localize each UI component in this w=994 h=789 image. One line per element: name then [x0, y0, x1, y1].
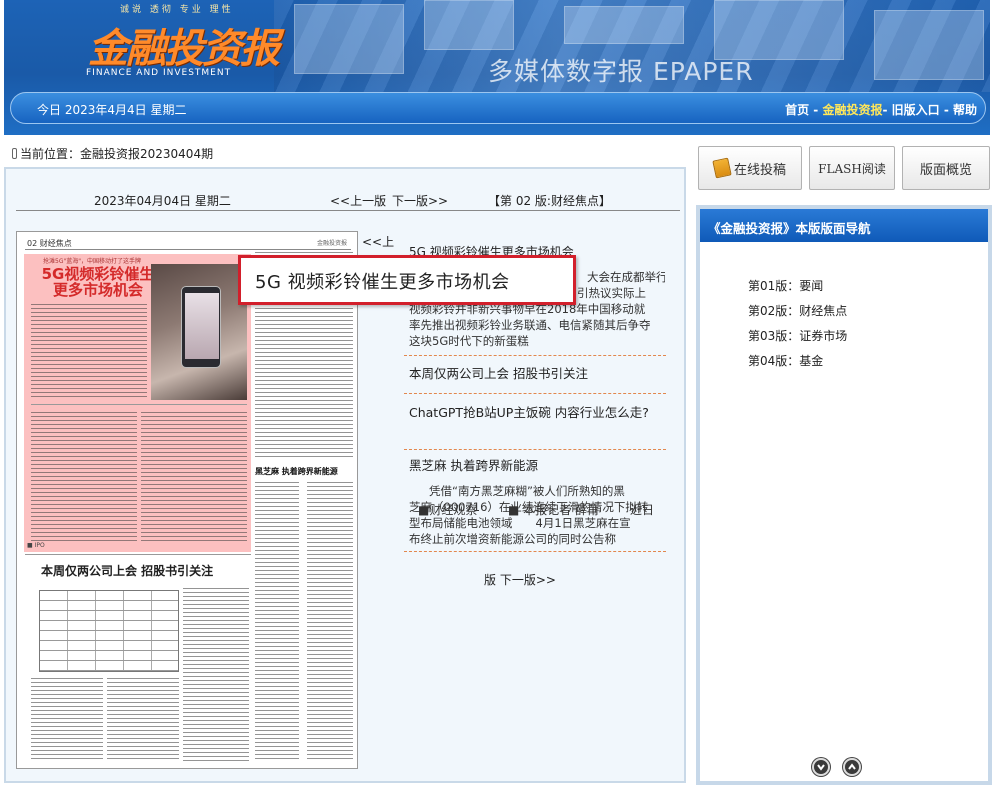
bottom-page-nav[interactable]: 版 下一版>>	[484, 571, 556, 588]
page-overview-button[interactable]: 版面概览	[902, 146, 990, 190]
phone-image	[181, 286, 221, 368]
divider	[404, 355, 666, 356]
mini-prev-link[interactable]: <<上	[362, 233, 394, 250]
summary-line: 芝麻（000716）在业绩连续下滑的情况下拟转	[409, 500, 649, 514]
tooltip-text: 5G 视频彩铃催生更多市场机会	[255, 272, 510, 293]
logo-slogan: 诚说 透彻 专业 理性	[120, 5, 234, 15]
breadcrumb-text: 当前位置：金融投资报20230404期	[20, 147, 214, 161]
nav-paper[interactable]: 金融投资报	[822, 103, 882, 117]
newspaper-page-image[interactable]: 02 财经焦点 金融投资报 抢滩5G"蓝海"，中国移动打了这手牌 5G视频彩铃催…	[16, 231, 358, 769]
thumb-text-block	[307, 482, 353, 762]
scroll-down-icon[interactable]	[812, 758, 830, 776]
flash-read-button[interactable]: FLASH阅读	[809, 146, 895, 190]
thumb-header: 02 财经焦点 金融投资报	[25, 238, 351, 250]
nav-separator: -	[939, 103, 953, 117]
main-panel: 2023年04月04日 星期二 <<上一版 下一版>> 【第 02 版:财经焦点…	[4, 167, 686, 783]
page-item-03[interactable]: 第03版：证券市场	[748, 327, 847, 352]
page-navigation-panel: 《金融投资报》本版版面导航 第01版：要闻 第02版：财经焦点 第03版：证券市…	[696, 205, 992, 785]
today-date: 今日 2023年4月4日 星期二	[37, 103, 187, 117]
submit-article-button[interactable]: 在线投稿	[698, 146, 802, 190]
breadcrumb: 当前位置：金融投资报20230404期	[12, 145, 213, 162]
article-title[interactable]: ChatGPT抢B站UP主饭碗 内容行业怎么走?	[409, 402, 649, 421]
nav-help[interactable]: 帮助	[953, 103, 977, 117]
header-banner: 诚说 透彻 专业 理性 金融投资报 FINANCE AND INVESTMENT…	[4, 0, 990, 135]
page-item-01[interactable]: 第01版：要闻	[748, 277, 847, 302]
article-title[interactable]: 黑芝麻 执着跨界新能源	[409, 455, 538, 474]
page-date: 2023年04月04日 星期二	[94, 194, 231, 208]
nav-separator: -	[882, 103, 892, 117]
article-title[interactable]: 本周仅两公司上会 招股书引关注	[409, 363, 588, 382]
thumb-text-block	[255, 482, 299, 762]
page-list: 第01版：要闻 第02版：财经焦点 第03版：证券市场 第04版：基金	[748, 277, 847, 377]
location-icon	[12, 148, 17, 159]
page-label: 【第 02 版:财经焦点】	[488, 194, 611, 208]
thumb-text-block	[183, 588, 249, 762]
thumb-text-block	[141, 412, 247, 542]
summary-line: 这块5G时代下的新蛋糕	[409, 334, 529, 348]
thumb-tag: ■ IPO	[27, 542, 45, 549]
summary-line: 布终止前次增资新能源公司的同时公告称	[409, 532, 616, 546]
thumb-section: 02 财经焦点	[27, 239, 72, 248]
logo-title: 金融投资报	[88, 25, 280, 72]
thumb-text-block	[31, 412, 137, 542]
thumb-sub-headline: 本周仅两公司上会 招股书引关注	[41, 564, 214, 578]
thumb-paper-name: 金融投资报	[316, 240, 347, 247]
logo[interactable]: 诚说 透彻 专业 理性 金融投资报 FINANCE AND INVESTMENT	[80, 2, 280, 82]
epaper-title: 多媒体数字报 EPAPER	[488, 57, 754, 86]
scroll-up-icon[interactable]	[843, 758, 861, 776]
summary-line: 凭借“南方黑芝麻糊”被人们所熟知的黑	[429, 484, 625, 498]
submit-icon	[712, 157, 732, 179]
thumb-rule	[31, 404, 247, 405]
page-item-02[interactable]: 第02版：财经焦点	[748, 302, 847, 327]
article-summary: 凭借“南方黑芝麻糊”被人们所熟知的黑 芝麻（000716）在业绩连续下滑的情况下…	[409, 483, 665, 547]
banner-bar: 今日 2023年4月4日 星期二 首页 - 金融投资报- 旧版入口 - 帮助	[10, 92, 986, 124]
submit-label: 在线投稿	[733, 162, 786, 178]
nav-separator: -	[809, 103, 823, 117]
thumb-photo	[151, 264, 247, 400]
divider	[404, 551, 666, 552]
summary-line: 率先推出视频彩铃业务联通、电信紧随其后争夺	[409, 318, 651, 332]
next-page-link[interactable]: 下一版>>	[392, 192, 448, 209]
logo-subtitle: FINANCE AND INVESTMENT	[86, 68, 232, 78]
thumb-text-block	[31, 678, 103, 762]
divider	[404, 449, 666, 450]
thumb-rule	[25, 554, 251, 555]
thumb-pre-headline: 抢滩5G"蓝海"，中国移动打了这手牌	[43, 258, 141, 265]
nav-home[interactable]: 首页	[785, 103, 809, 117]
thumb-text-block	[31, 304, 147, 400]
side-panel-title: 《金融投资报》本版版面导航	[708, 221, 871, 236]
thumb-table	[39, 590, 179, 672]
top-nav: 首页 - 金融投资报- 旧版入口 - 帮助	[785, 101, 977, 118]
thumb-headline: 5G视频彩铃催生更多市场机会	[41, 265, 155, 299]
summary-line: 型布局储能电池领域 4月1日黑芝麻在宣	[409, 516, 631, 530]
side-panel-header: 《金融投资报》本版版面导航	[700, 209, 988, 242]
page-item-04[interactable]: 第04版：基金	[748, 352, 847, 377]
thumb-black-headline: 黑芝麻 执着跨界新能源	[255, 467, 338, 476]
nav-old-version[interactable]: 旧版入口	[892, 103, 940, 117]
page-header: 2023年04月04日 星期二 <<上一版 下一版>> 【第 02 版:财经焦点…	[16, 189, 680, 211]
article-tooltip: 5G 视频彩铃催生更多市场机会	[238, 255, 576, 305]
thumb-text-block	[107, 678, 179, 762]
divider	[404, 393, 666, 394]
prev-page-link[interactable]: <<上一版	[330, 192, 386, 209]
